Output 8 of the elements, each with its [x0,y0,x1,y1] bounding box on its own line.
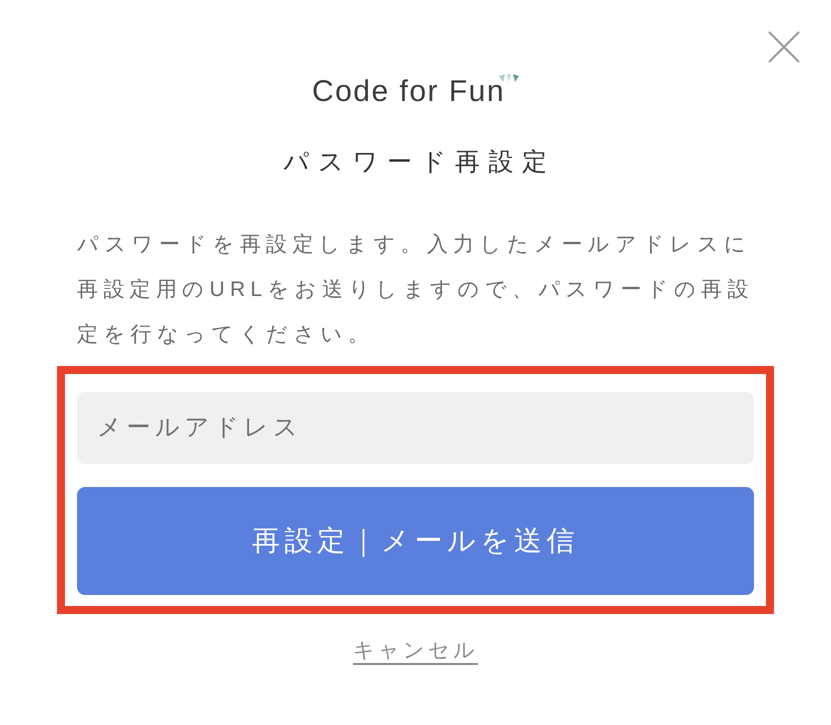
close-icon [768,31,800,63]
email-field[interactable]: メールアドレス [77,392,754,464]
cancel-link[interactable]: キャンセル [353,636,478,666]
logo-text: Code for Fun [312,74,506,110]
description-text: パスワードを再設定します。入力したメールアドレスに再設定用のURLをお送りしますので、パスワードの再設定を行なってください。 [77,232,754,348]
dialog-title: パスワード再設定 [282,147,556,178]
close-button[interactable] [767,30,801,64]
send-reset-email-button[interactable]: 再設定｜メールを送信 [77,487,754,595]
